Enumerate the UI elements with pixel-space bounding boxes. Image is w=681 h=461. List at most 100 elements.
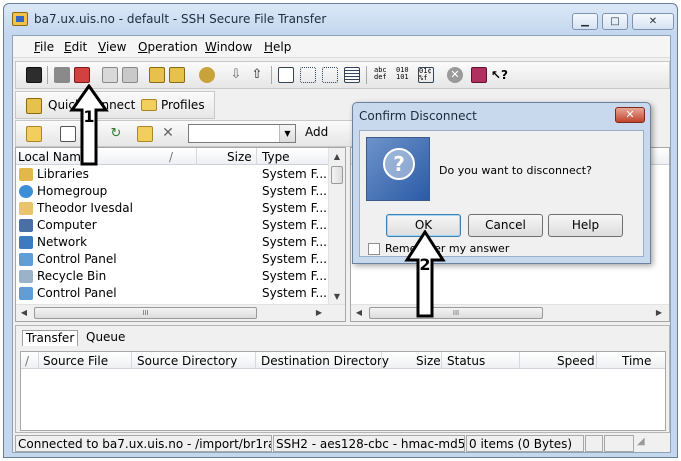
scroll-left-icon[interactable]: ◀ [351,305,367,321]
column-divider[interactable] [519,352,520,369]
col-type[interactable]: Type [262,150,290,164]
network-icon [19,236,33,249]
scroll-up-icon[interactable]: ▲ [329,148,345,165]
local-column-header: Local Name / Size Type [16,148,329,165]
scroll-down-icon[interactable]: ▼ [329,288,345,305]
column-divider[interactable] [131,352,132,369]
refresh-icon[interactable]: ↻ [108,126,124,142]
tab-transfer[interactable]: Transfer [22,330,79,346]
column-divider[interactable] [256,148,257,165]
minimize-button[interactable]: ▁ [572,13,598,30]
transfer-column-header: / Source File Source Directory Destinati… [21,352,665,369]
copy-icon[interactable] [102,67,118,83]
remote-horizontal-scrollbar[interactable]: ◀ III ▶ [351,304,669,321]
delete-icon[interactable]: ✕ [160,126,176,142]
list-item[interactable]: Libraries System F... [16,166,329,183]
settings-icon[interactable] [199,67,215,83]
col-time[interactable]: Time [622,354,651,368]
scroll-left-icon[interactable]: ◀ [16,305,32,321]
download-icon[interactable]: ⇩ [228,67,244,83]
save-icon[interactable] [26,67,42,83]
stop-icon[interactable]: ✕ [447,67,463,83]
tab-queue[interactable]: Queue [83,330,128,346]
menu-edit[interactable]: Edit [64,40,87,54]
status-items: 0 items (0 Bytes) [466,435,584,452]
scroll-right-icon[interactable]: ▶ [651,305,667,321]
profiles-button[interactable]: Profiles [161,98,205,112]
ascii-mode-icon[interactable]: abc def [374,67,390,83]
column-divider[interactable] [381,352,382,369]
list-item[interactable]: Recycle Bin System F... [16,268,329,285]
close-button[interactable]: ✕ [632,13,674,30]
remember-checkbox[interactable] [368,243,380,255]
scroll-right-icon[interactable]: ▶ [311,305,327,321]
help-book-icon[interactable] [471,67,487,83]
homegroup-icon [19,185,33,198]
help-button[interactable]: Help [548,214,623,237]
annotation-arrow-2: 2 [404,230,446,318]
large-icons-view-icon[interactable] [278,67,294,83]
scroll-thumb[interactable]: III [369,307,543,319]
details-view-icon[interactable] [344,67,360,83]
connect-icon[interactable] [54,67,70,83]
item-type: System F... [262,252,327,266]
new-terminal-icon[interactable] [149,67,165,83]
quick-connect-icon[interactable] [26,98,42,114]
small-icons-view-icon[interactable] [300,67,316,83]
column-divider[interactable] [596,352,597,369]
col-status[interactable]: Status [447,354,485,368]
list-item[interactable]: Network System F... [16,234,329,251]
add-button[interactable]: Add [305,125,328,139]
list-item[interactable]: Computer System F... [16,217,329,234]
disconnect-icon[interactable] [74,67,90,83]
binary-mode-icon[interactable]: 010 101 [396,67,412,83]
whats-this-icon[interactable]: ↖? [491,67,508,83]
chevron-down-icon[interactable]: ▼ [279,125,295,142]
paste-icon[interactable] [122,67,138,83]
question-icon: ? [366,137,430,201]
menu-help[interactable]: Help [264,40,291,54]
local-vertical-scrollbar[interactable]: ▲ ▼ [328,148,345,305]
title-bar[interactable]: ba7.ux.uis.no - default - SSH Secure Fil… [4,4,677,34]
annotation-arrow-1: 1 [69,84,109,166]
list-item[interactable]: Homegroup System F... [16,183,329,200]
upload-icon[interactable]: ⇧ [249,67,265,83]
local-path-select[interactable]: ▼ [188,124,296,143]
menu-operation[interactable]: Operation [138,40,198,54]
resize-grip-icon[interactable]: ◢ [635,435,669,452]
col-source-file[interactable]: Source File [43,354,108,368]
separator [366,66,367,84]
column-divider[interactable] [441,352,442,369]
menu-window[interactable]: Window [205,40,252,54]
column-divider[interactable] [38,352,39,369]
scroll-thumb[interactable] [331,166,343,184]
profiles-toolbar: Quick Connect Profiles [15,91,215,119]
app-icon [12,12,28,26]
parent-folder-icon[interactable] [26,126,42,142]
maximize-button[interactable]: □ [602,13,628,30]
col-speed[interactable]: Speed [557,354,595,368]
new-folder-icon[interactable] [137,126,153,142]
auto-mode-icon[interactable]: 01¢ %f [418,67,434,83]
item-name: Control Panel [37,252,117,266]
list-item[interactable]: Theodor Ivesdal System F... [16,200,329,217]
cancel-button[interactable]: Cancel [468,214,543,237]
item-type: System F... [262,235,327,249]
col-source-directory[interactable]: Source Directory [137,354,237,368]
column-divider[interactable] [196,148,197,165]
list-view-icon[interactable] [322,67,338,83]
question-mark-icon: ? [383,148,415,180]
col-size[interactable]: Size [416,354,441,368]
menu-file[interactable]: File [34,40,54,54]
column-divider[interactable] [255,352,256,369]
menu-view[interactable]: View [98,40,126,54]
list-item[interactable]: Control Panel System F... [16,251,329,268]
col-destination-directory[interactable]: Destination Directory [261,354,389,368]
scroll-thumb[interactable]: III [34,307,257,319]
local-horizontal-scrollbar[interactable]: ◀ III ▶ [16,304,345,321]
list-item[interactable]: Control Panel System F... [16,285,329,302]
dialog-close-button[interactable]: ✕ [615,107,645,123]
new-file-transfer-icon[interactable] [169,67,185,83]
col-size[interactable]: Size [227,150,252,164]
dialog-message: Do you want to disconnect? [439,164,592,177]
